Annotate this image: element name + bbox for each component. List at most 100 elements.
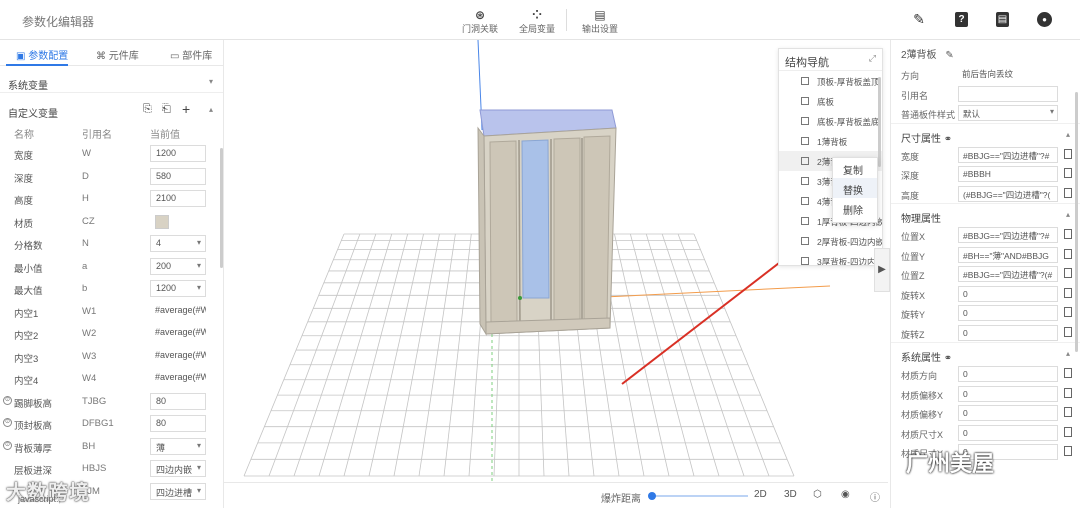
global-vars-button[interactable]: ⁘ 全局变量 xyxy=(509,8,565,35)
tab-param-config[interactable]: ▣ 参数配置 xyxy=(16,47,68,62)
eye-icon[interactable]: ◉ xyxy=(841,489,850,500)
formula-editor-icon[interactable] xyxy=(1064,287,1072,298)
tab-component-lib[interactable]: ⌘ 元件库 xyxy=(96,47,139,62)
property-value[interactable]: #BH=="薄"AND#BBJG xyxy=(958,246,1058,263)
physics-props-section[interactable]: 物理属性 ▴ xyxy=(891,203,1080,225)
formula-editor-icon[interactable] xyxy=(1064,368,1072,378)
checkbox-icon[interactable] xyxy=(801,117,809,125)
formula-editor-icon[interactable] xyxy=(1064,229,1072,239)
variable-value-input[interactable]: 2100 xyxy=(150,190,206,207)
settings-icon[interactable]: ● xyxy=(1037,12,1052,27)
info-icon[interactable]: ⓘ xyxy=(870,489,880,504)
property-value[interactable]: 0 xyxy=(958,424,1058,441)
property-value[interactable]: 默认 xyxy=(958,105,1058,121)
variable-value-select[interactable]: 200 xyxy=(150,257,206,275)
explode-slider-track[interactable] xyxy=(652,495,748,497)
structure-item[interactable]: 3厚背板-四边内嵌 xyxy=(779,251,882,265)
export-icon[interactable]: ⎗ xyxy=(162,103,171,116)
cube-icon[interactable]: ⬡ xyxy=(813,489,822,500)
checkbox-icon[interactable] xyxy=(801,77,809,85)
property-value[interactable]: #BBJG=="四边进槽"?# xyxy=(958,146,1058,163)
formula-editor-icon[interactable] xyxy=(1064,148,1072,159)
structure-item[interactable]: 2厚背板-四边内嵌 xyxy=(779,231,882,251)
variable-value-input[interactable]: 1200 xyxy=(150,145,206,162)
property-value[interactable]: 0 xyxy=(958,405,1058,421)
context-replace[interactable]: 替换 xyxy=(833,178,877,198)
structure-item[interactable]: 1薄背板 xyxy=(779,131,882,151)
property-value[interactable]: 0 xyxy=(958,285,1058,302)
variable-value-text[interactable]: #average(#W... xyxy=(150,348,206,365)
checkbox-icon[interactable] xyxy=(801,177,809,185)
variable-value-select[interactable]: 四边进槽 xyxy=(150,482,206,500)
pencil-icon[interactable]: ✎ xyxy=(910,10,928,28)
checkbox-icon[interactable] xyxy=(801,157,809,165)
variable-value-text[interactable]: #average(#W... xyxy=(150,303,206,320)
checkbox-icon[interactable] xyxy=(801,137,809,145)
material-swatch[interactable] xyxy=(150,213,206,230)
view-2d-button[interactable]: 2D xyxy=(754,489,767,500)
property-value[interactable]: 0 xyxy=(958,305,1058,321)
top-toolbar: 参数化编辑器 ⊛ 门洞关联 ⁘ 全局变量 ▤ 输出设置 ✎ ? ▤ ● xyxy=(0,0,1080,40)
formula-editor-icon[interactable] xyxy=(1064,446,1072,456)
variable-value-select[interactable]: 薄 xyxy=(150,437,206,455)
left-scrollbar[interactable] xyxy=(220,148,223,268)
system-props-section[interactable]: 系统属性 ⚭ ▴ xyxy=(891,342,1080,364)
checkbox-icon[interactable] xyxy=(801,217,809,225)
variable-name: 深度 xyxy=(14,173,34,185)
expand-icon[interactable]: ⤢ xyxy=(869,53,876,64)
variable-value-select[interactable]: 四边内嵌 xyxy=(150,460,206,477)
variable-value-text[interactable]: #average(#W... xyxy=(150,370,206,387)
property-value[interactable]: #BBBH xyxy=(958,166,1058,182)
variable-value-input[interactable]: 80 xyxy=(150,415,206,432)
size-props-section[interactable]: 尺寸属性 ⚭ ▴ xyxy=(891,122,1080,145)
property-value[interactable]: 前后告向丢纹 xyxy=(958,66,1058,82)
property-row: 方向 前后告向丢纹 xyxy=(891,64,1080,84)
explode-slider-handle[interactable] xyxy=(648,492,656,500)
formula-editor-icon[interactable] xyxy=(1064,326,1072,337)
add-icon[interactable]: + xyxy=(182,101,190,117)
checkbox-icon[interactable] xyxy=(801,197,809,205)
formula-editor-icon[interactable] xyxy=(1064,268,1072,278)
view-3d-button[interactable]: 3D xyxy=(784,489,797,500)
right-scrollbar[interactable] xyxy=(1075,92,1078,352)
formula-editor-icon[interactable] xyxy=(1064,187,1072,198)
variable-value-input[interactable]: 580 xyxy=(150,167,206,185)
system-vars-section[interactable]: 系统变量 ▾ xyxy=(0,71,223,93)
property-label: 材质偏移X xyxy=(901,390,944,401)
variable-value-select[interactable]: 1200 xyxy=(150,280,206,297)
property-value[interactable]: 0 xyxy=(958,385,1058,402)
property-value[interactable] xyxy=(958,85,1058,102)
tab-part-lib[interactable]: ▭ 部件库 xyxy=(170,47,212,62)
variable-value-input[interactable]: 80 xyxy=(150,392,206,410)
help-icon[interactable]: ? xyxy=(955,12,968,27)
edit-pencil-icon[interactable]: ✎ xyxy=(945,50,953,61)
property-value[interactable]: 0 xyxy=(958,324,1058,341)
property-value[interactable]: #BBJG=="四边进槽"?# xyxy=(958,227,1058,243)
collapse-right-button[interactable]: ▶ xyxy=(874,248,890,292)
formula-editor-icon[interactable] xyxy=(1064,407,1072,417)
import-icon[interactable]: ⎘ xyxy=(143,103,152,116)
structure-item[interactable]: 顶板-厚背板盖顶 xyxy=(779,71,882,91)
document-icon[interactable]: ▤ xyxy=(996,12,1009,27)
checkbox-icon[interactable] xyxy=(801,257,809,265)
variable-value-text[interactable]: #average(#W... xyxy=(150,325,206,342)
formula-editor-icon[interactable] xyxy=(1064,387,1072,398)
export-settings-button[interactable]: ▤ 输出设置 xyxy=(572,8,628,35)
structure-item[interactable]: 底板-厚背板盖底 xyxy=(779,111,882,131)
structure-item[interactable]: 底板 xyxy=(779,91,882,111)
door-link-button[interactable]: ⊛ 门洞关联 xyxy=(452,8,508,35)
property-value[interactable]: #BBJG=="四边进槽"?(# xyxy=(958,266,1058,282)
context-delete[interactable]: 删除 xyxy=(833,198,877,218)
property-value[interactable]: 0 xyxy=(958,366,1058,382)
variable-name: 内空3 xyxy=(14,353,39,365)
formula-editor-icon[interactable] xyxy=(1064,307,1072,317)
formula-editor-icon[interactable] xyxy=(1064,248,1072,259)
context-copy[interactable]: 复制 xyxy=(833,158,877,178)
formula-editor-icon[interactable] xyxy=(1064,168,1072,178)
structure-scrollbar[interactable] xyxy=(878,77,881,167)
formula-editor-icon[interactable] xyxy=(1064,426,1072,437)
property-value[interactable]: (#BBJG=="四边进槽"?( xyxy=(958,185,1058,202)
checkbox-icon[interactable] xyxy=(801,237,809,245)
variable-value-select[interactable]: 4 xyxy=(150,235,206,252)
checkbox-icon[interactable] xyxy=(801,97,809,105)
